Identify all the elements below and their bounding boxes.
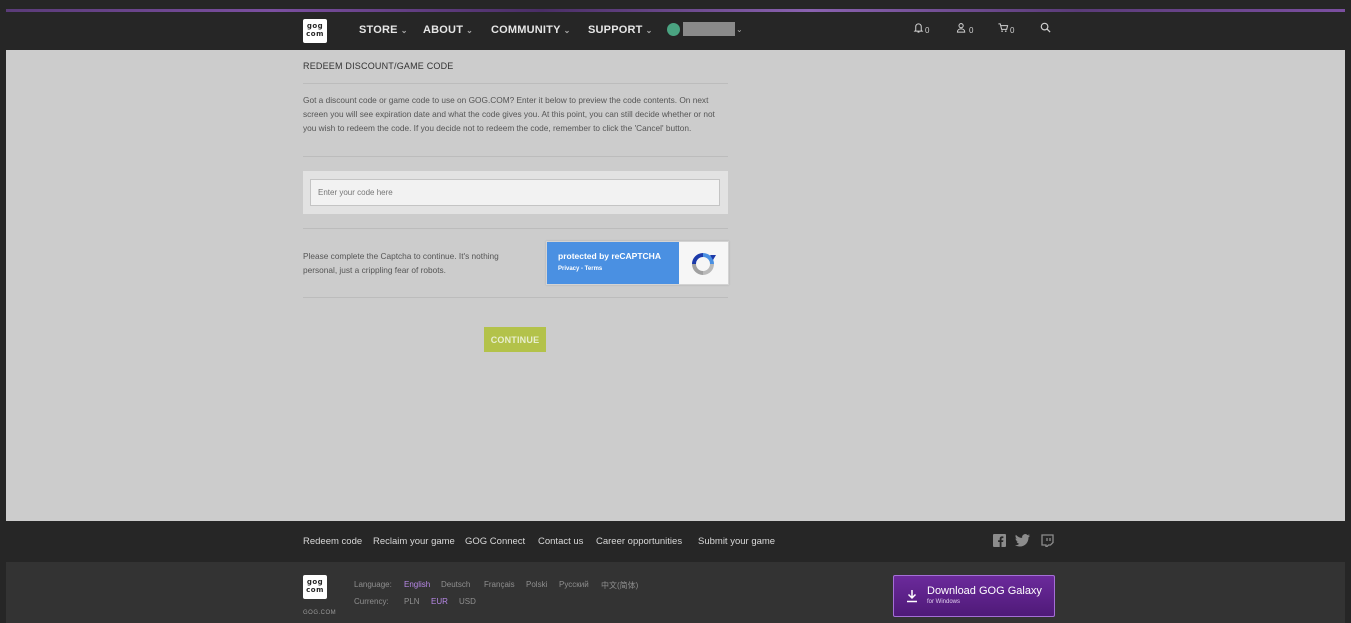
currency-usd[interactable]: USD <box>459 597 476 606</box>
chevron-down-icon: ⌄ <box>563 26 571 35</box>
chevron-down-icon: ⌄ <box>736 24 743 34</box>
language-polski[interactable]: Polski <box>526 580 547 589</box>
username-redacted <box>683 22 735 36</box>
bell-icon <box>913 23 924 33</box>
footer-link-reclaim[interactable]: Reclaim your game <box>373 536 455 547</box>
nav-community[interactable]: COMMUNITY ⌄ <box>491 24 571 36</box>
divider <box>303 156 728 157</box>
search-icon <box>1040 22 1051 33</box>
language-francais[interactable]: Français <box>484 580 515 589</box>
top-accent-strip <box>6 9 1345 12</box>
twitch-icon[interactable] <box>1041 534 1054 547</box>
cart-icon <box>998 23 1009 32</box>
continue-button[interactable]: CONTINUE <box>484 327 546 352</box>
recaptcha-badge: protected by reCAPTCHA Privacy - Terms <box>547 242 679 284</box>
footer-link-redeem[interactable]: Redeem code <box>303 536 362 547</box>
language-label: Language: <box>354 580 392 589</box>
language-deutsch[interactable]: Deutsch <box>441 580 470 589</box>
download-galaxy-button[interactable]: Download GOG Galaxy for Windows <box>893 575 1055 617</box>
gog-logo[interactable]: gog com <box>303 19 327 43</box>
nav-store[interactable]: STORE ⌄ <box>359 24 408 36</box>
currency-pln[interactable]: PLN <box>404 597 420 606</box>
recaptcha-icon <box>692 253 716 275</box>
chevron-down-icon: ⌄ <box>400 26 408 35</box>
language-russian[interactable]: Русский <box>559 580 589 589</box>
search-button[interactable] <box>1040 22 1051 36</box>
twitter-icon[interactable] <box>1015 534 1030 547</box>
galaxy-subtitle: for Windows <box>927 599 961 605</box>
captcha-instructions: Please complete the Captcha to continue.… <box>303 251 499 275</box>
code-input[interactable] <box>310 179 720 206</box>
footer-site-name: GOG.COM <box>303 610 337 616</box>
language-chinese[interactable]: 中文(简体) <box>601 580 638 591</box>
nav-support[interactable]: SUPPORT ⌄ <box>588 24 652 36</box>
main-content: REDEEM DISCOUNT/GAME CODE Got a discount… <box>6 50 1345 521</box>
currency-label: Currency: <box>354 597 389 606</box>
footer-link-gog-connect[interactable]: GOG Connect <box>465 536 525 547</box>
friends-icon <box>956 23 966 33</box>
footer-links-bar: Redeem code Reclaim your game GOG Connec… <box>6 521 1345 562</box>
code-input-container <box>303 171 728 214</box>
chevron-down-icon: ⌄ <box>645 26 653 35</box>
chevron-down-icon: ⌄ <box>466 26 474 35</box>
page-title: REDEEM DISCOUNT/GAME CODE <box>303 61 454 71</box>
divider <box>303 83 728 84</box>
divider <box>303 297 728 298</box>
recaptcha-links[interactable]: Privacy - Terms <box>558 266 679 272</box>
nav-about[interactable]: ABOUT ⌄ <box>423 24 473 36</box>
footer-link-contact[interactable]: Contact us <box>538 536 583 547</box>
footer-bottom: gog com GOG.COM Language: English Deutsch… <box>6 562 1345 623</box>
user-menu[interactable]: ⌄ <box>667 21 743 37</box>
divider <box>303 228 728 229</box>
cart-button[interactable]: 0 <box>997 22 1014 36</box>
footer-gog-logo[interactable]: gog com <box>303 575 327 599</box>
recaptcha-title: protected by reCAPTCHA <box>558 251 661 261</box>
download-icon <box>907 590 917 603</box>
facebook-icon[interactable] <box>993 534 1006 547</box>
recaptcha-widget[interactable]: protected by reCAPTCHA Privacy - Terms <box>546 241 729 285</box>
friends-button[interactable]: 0 <box>956 22 973 36</box>
galaxy-title: Download GOG Galaxy <box>927 585 1042 597</box>
redeem-description: Got a discount code or game code to use … <box>303 95 715 133</box>
notifications-button[interactable]: 0 <box>913 22 929 36</box>
currency-eur[interactable]: EUR <box>431 597 448 606</box>
top-navigation-bar: gog com STORE ⌄ ABOUT ⌄ COMMUNITY ⌄ SUPPORT ⌄… <box>6 0 1345 50</box>
language-english[interactable]: English <box>404 580 430 589</box>
footer-link-submit-game[interactable]: Submit your game <box>698 536 775 547</box>
avatar <box>667 22 680 36</box>
footer-link-careers[interactable]: Career opportunities <box>596 536 682 547</box>
